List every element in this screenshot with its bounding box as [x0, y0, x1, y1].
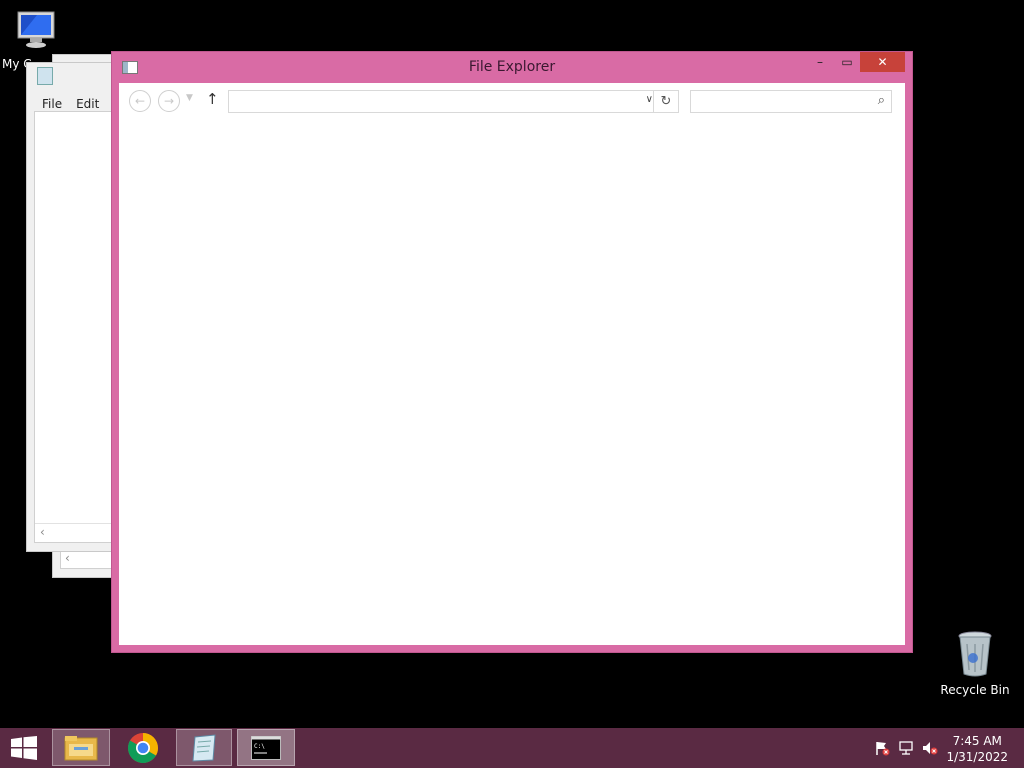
command-prompt-icon: C:\: [251, 735, 281, 760]
taskbar-command-prompt[interactable]: C:\: [237, 729, 295, 766]
start-button[interactable]: [0, 729, 48, 766]
refresh-icon: ↻: [660, 94, 672, 109]
menu-file[interactable]: File: [35, 97, 69, 111]
action-center-flag-icon[interactable]: [874, 740, 890, 759]
volume-muted-icon[interactable]: [922, 740, 938, 759]
up-arrow-icon: ↑: [206, 90, 219, 108]
recent-locations-button[interactable]: ▼: [186, 93, 193, 103]
maximize-icon: ▭: [841, 55, 853, 69]
clock-date: 1/31/2022: [946, 750, 1008, 764]
window-title: File Explorer: [468, 59, 556, 75]
horizontal-scrollbar[interactable]: ‹: [35, 523, 123, 542]
notepad-text-area[interactable]: ‹: [34, 111, 124, 543]
search-icon[interactable]: ⌕: [878, 93, 885, 108]
notepad-title-icon: [37, 67, 53, 85]
back-arrow-icon: ←: [134, 94, 146, 108]
chevron-down-icon: ▼: [186, 93, 193, 103]
recycle-bin-icon: [958, 631, 992, 677]
maximize-button[interactable]: ▭: [836, 52, 858, 72]
svg-text:C:\: C:\: [254, 743, 265, 750]
taskbar-notepad[interactable]: [176, 729, 232, 766]
taskbar-clock[interactable]: 7:45 AM 1/31/2022: [946, 733, 1008, 765]
desktop-icon-recycle-bin[interactable]: Recycle Bin: [938, 630, 1012, 697]
refresh-button[interactable]: ↻: [653, 91, 678, 112]
taskbar: C:\ 7:45 AM 1/31/2022: [0, 728, 1024, 768]
file-explorer-window[interactable]: File Explorer – ▭ ✕ ← → ▼ ↑ ∨ ↻ ⌕: [112, 52, 912, 652]
address-bar[interactable]: ∨ ↻: [228, 90, 679, 113]
windows-logo-icon: [11, 735, 37, 760]
title-bar[interactable]: File Explorer – ▭ ✕: [112, 52, 912, 82]
close-button[interactable]: ✕: [860, 52, 905, 72]
minimize-button[interactable]: –: [810, 52, 830, 72]
chrome-icon: [127, 732, 159, 763]
minimize-icon: –: [817, 55, 823, 69]
forward-arrow-icon: →: [163, 94, 175, 108]
file-list-area[interactable]: [119, 117, 905, 645]
taskbar-file-explorer[interactable]: [52, 729, 110, 766]
forward-button[interactable]: →: [158, 90, 180, 112]
scroll-left-icon: ‹: [40, 525, 45, 539]
taskbar-chrome[interactable]: [114, 729, 172, 766]
network-icon[interactable]: [898, 740, 914, 759]
background-notepad-window[interactable]: File Edit F ‹: [26, 62, 124, 552]
scroll-left-icon: ‹: [65, 551, 70, 565]
folder-icon: [64, 735, 98, 760]
desktop-icon-label: Recycle Bin: [940, 683, 1010, 697]
computer-icon: [17, 11, 55, 48]
menu-edit[interactable]: Edit: [69, 97, 106, 111]
back-button[interactable]: ←: [129, 90, 151, 112]
search-box[interactable]: ⌕: [690, 90, 892, 113]
up-button[interactable]: ↑: [206, 90, 219, 108]
notepad-icon: [192, 733, 216, 762]
explorer-content: ← → ▼ ↑ ∨ ↻ ⌕: [119, 83, 905, 645]
address-dropdown-icon[interactable]: ∨: [646, 94, 653, 105]
clock-time: 7:45 AM: [952, 734, 1002, 748]
close-icon: ✕: [877, 55, 888, 69]
